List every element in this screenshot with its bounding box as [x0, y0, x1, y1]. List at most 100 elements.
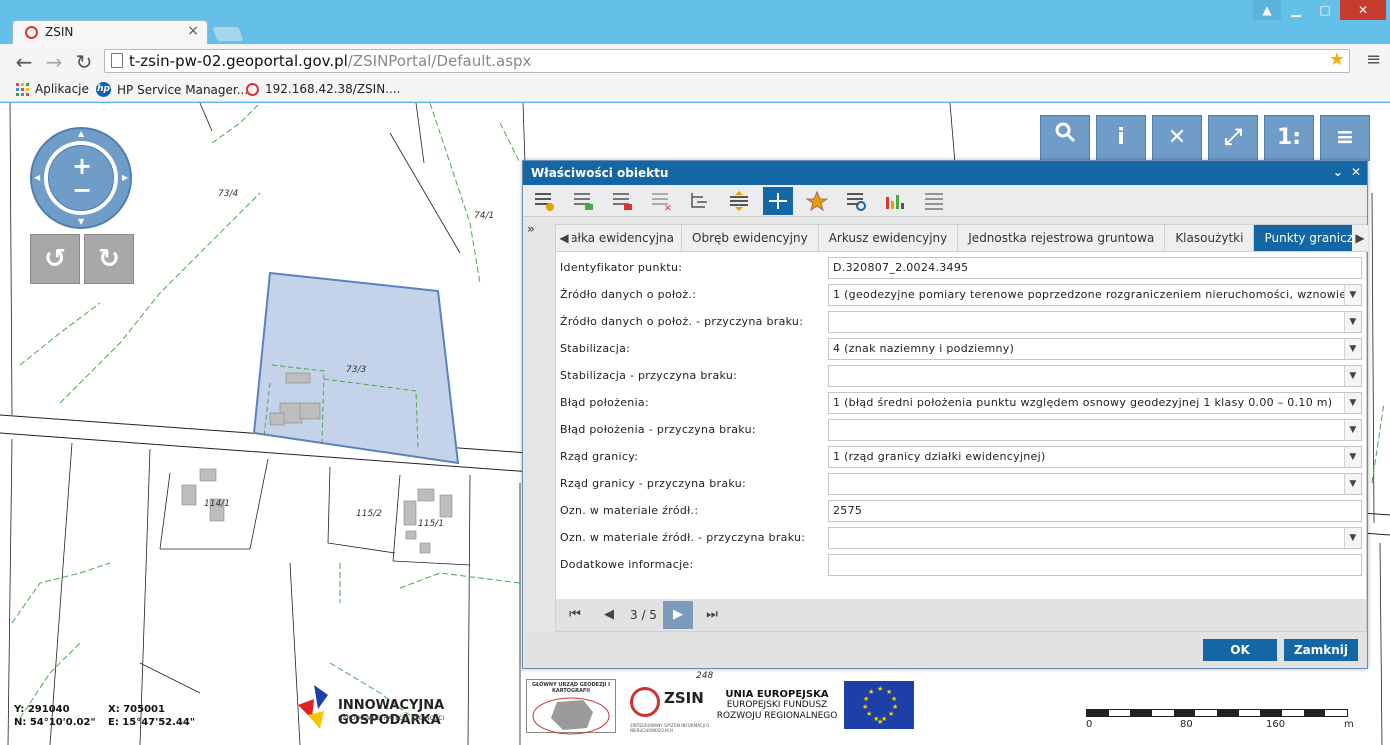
browser-menu-icon[interactable]: ≡	[1366, 51, 1381, 69]
parcel-label: 115/2	[356, 509, 382, 519]
ue-sub1: EUROPEJSKI FUNDUSZ	[726, 700, 828, 710]
tab-strip: ◀ Działka ewidencyjna Obręb ewidencyjny …	[556, 225, 1368, 252]
rzad-granicy-select[interactable]: 1 (rząd granicy działki ewidencyjnej) ▼	[828, 446, 1362, 468]
scale-icon[interactable]: 1:	[1264, 115, 1314, 161]
bookmark-hp[interactable]: hp HP Service Manager...	[96, 82, 248, 97]
last-page-icon[interactable]: ⏭	[697, 601, 727, 629]
close-window-button[interactable]: ✕	[1340, 0, 1386, 20]
chevron-down-icon[interactable]: ▼	[1344, 366, 1361, 386]
chevron-down-icon[interactable]: ▼	[1344, 285, 1361, 305]
tab-close-icon[interactable]: ×	[187, 23, 199, 39]
browser-tab[interactable]: ZSIN ×	[12, 20, 208, 44]
pan-down-icon[interactable]: ▼	[78, 217, 84, 226]
tab-dzialka-ewidencyjna[interactable]: Działka ewidencyjna	[564, 225, 682, 251]
url-text: t-zsin-pw-02.geoportal.gov.pl/ZSINPortal…	[129, 50, 531, 72]
maximize-button[interactable]: □	[1311, 0, 1339, 20]
ig-mark-icon	[298, 685, 328, 729]
zrodlo-danych-select[interactable]: 1 (geodezyjne pomiary terenowe poprzedzo…	[828, 284, 1362, 306]
zoom-to-list-icon[interactable]	[841, 187, 871, 215]
field-label: Identyfikator punktu:	[560, 261, 683, 274]
ozn-material-przyczyna-select[interactable]: ▼	[828, 527, 1362, 549]
dialog-titlebar[interactable]: Właściwości obiektu ⌄ ✕	[523, 161, 1367, 185]
scale-label: 0	[1086, 719, 1093, 730]
dialog-footer: OK Zamknij	[523, 632, 1367, 668]
collapse-icon[interactable]: ⌄	[1333, 165, 1343, 179]
chevron-down-icon[interactable]: ▼	[1344, 528, 1361, 548]
tab-obreb-ewidencyjny[interactable]: Obręb ewidencyjny	[682, 225, 819, 251]
first-page-icon[interactable]: ⏮	[560, 601, 590, 629]
next-page-icon[interactable]: ▶	[662, 601, 693, 629]
close-button[interactable]: Zamknij	[1284, 639, 1358, 661]
bookmark-apps[interactable]: Aplikacje	[16, 82, 89, 96]
blad-polozenia-przyczyna-select[interactable]: ▼	[828, 419, 1362, 441]
ok-button[interactable]: OK	[1203, 639, 1277, 661]
blad-polozenia-select[interactable]: 1 (błąd średni położenia punktu względem…	[828, 392, 1362, 414]
forward-icon[interactable]: →	[42, 50, 66, 74]
chevron-down-icon[interactable]: ▼	[1344, 312, 1361, 332]
tab-scroll-left-icon[interactable]: ◀	[556, 225, 572, 251]
pan-up-icon[interactable]: ▲	[78, 129, 84, 138]
user-icon[interactable]: ▲	[1253, 0, 1281, 20]
tab-klasouzytki[interactable]: Klasoużytki	[1165, 225, 1255, 251]
tab-arkusz-ewidencyjny[interactable]: Arkusz ewidencyjny	[819, 225, 959, 251]
bookmark-zsin[interactable]: 192.168.42.38/ZSIN....	[246, 82, 400, 96]
svg-text:★: ★	[863, 695, 869, 703]
chevron-down-icon[interactable]: ▼	[1344, 393, 1361, 413]
bookmark-star-icon[interactable]: ★	[1329, 49, 1345, 71]
ozn-material-input[interactable]: 2575	[828, 500, 1362, 522]
hp-icon: hp	[96, 82, 111, 97]
minimize-button[interactable]: ▁	[1282, 0, 1310, 20]
rzad-granicy-przyczyna-select[interactable]: ▼	[828, 473, 1362, 495]
rotate-left-button[interactable]: ↺	[30, 234, 80, 284]
tree-view-icon[interactable]	[685, 187, 715, 215]
innowacyjna-gospodarka-logo: INNOWACYJNA GOSPODARKA NARODOWA STRATEGI…	[298, 683, 520, 731]
back-icon[interactable]: ←	[12, 50, 36, 74]
stabilizacja-przyczyna-select[interactable]: ▼	[828, 365, 1362, 387]
reload-icon[interactable]: ↻	[72, 50, 96, 74]
rotate-right-button[interactable]: ↻	[84, 234, 134, 284]
list-select-icon[interactable]	[529, 187, 559, 215]
search-icon[interactable]	[1040, 115, 1090, 161]
chart-icon[interactable]	[880, 187, 910, 215]
identyfikator-punktu-input[interactable]: D.320807_2.0024.3495	[828, 257, 1362, 279]
chevron-down-icon[interactable]: ▼	[1344, 474, 1361, 494]
side-panel-toggle-icon[interactable]: »	[527, 222, 553, 238]
chevron-down-icon[interactable]: ▼	[1344, 447, 1361, 467]
field-row: Ozn. w materiale źródł. - przyczyna brak…	[560, 526, 1364, 553]
expand-collapse-icon[interactable]	[724, 187, 754, 215]
gugik-text: GŁÓWNY URZĄD GEODEZJI I KARTOGRAFII	[531, 682, 611, 694]
new-tab-button[interactable]	[211, 26, 245, 42]
chevron-down-icon[interactable]: ▼	[1344, 339, 1361, 359]
info-icon[interactable]: i	[1096, 115, 1146, 161]
dodatkowe-informacje-input[interactable]	[828, 554, 1362, 576]
address-bar[interactable]: t-zsin-pw-02.geoportal.gov.pl/ZSINPortal…	[104, 49, 1350, 73]
scale-label: m	[1344, 719, 1354, 730]
list-add-icon[interactable]	[568, 187, 598, 215]
pan-zoom-control[interactable]: ▲ ▼ ▶ ◀ + −	[30, 127, 132, 229]
close-icon[interactable]: ✕	[1351, 165, 1361, 179]
gugik-logo: GŁÓWNY URZĄD GEODEZJI I KARTOGRAFII	[526, 679, 616, 735]
field-row: Rząd granicy - przyczyna braku: ▼	[560, 472, 1364, 499]
menu-icon[interactable]: ≡	[1320, 115, 1370, 161]
record-pager: ⏮ ◀ 3 / 5 ▶ ⏭	[556, 599, 1366, 631]
split-view-icon[interactable]	[763, 186, 793, 215]
stabilizacja-select[interactable]: 4 (znak naziemny i podziemny) ▼	[828, 338, 1362, 360]
expand-icon[interactable]: ⤢	[1208, 115, 1258, 161]
chevron-down-icon[interactable]: ▼	[1344, 420, 1361, 440]
previous-page-icon[interactable]: ◀	[594, 601, 624, 629]
dialog-controls: ⌄ ✕	[1333, 165, 1361, 179]
statistics-table-icon[interactable]	[919, 187, 949, 215]
zoom-out-button[interactable]: −	[72, 176, 92, 204]
tab-scroll-right-icon[interactable]: ▶	[1352, 225, 1368, 251]
pan-right-icon[interactable]: ▶	[122, 173, 128, 182]
full-extent-icon[interactable]: ✕	[1152, 115, 1202, 161]
zrodlo-danych-przyczyna-select[interactable]: ▼	[828, 311, 1362, 333]
list-remove-icon[interactable]	[607, 187, 637, 215]
list-delete-icon[interactable]: ✕	[646, 187, 676, 215]
field-row: Dodatkowe informacje:	[560, 553, 1364, 580]
tab-punkty-graniczne[interactable]: Punkty graniczne	[1254, 225, 1368, 251]
tab-jednostka-rejestrowa[interactable]: Jednostka rejestrowa gruntowa	[958, 225, 1166, 251]
pan-left-icon[interactable]: ◀	[34, 173, 40, 182]
field-row: Błąd położenia: 1 (błąd średni położenia…	[560, 391, 1364, 418]
highlight-star-icon[interactable]	[802, 187, 832, 215]
